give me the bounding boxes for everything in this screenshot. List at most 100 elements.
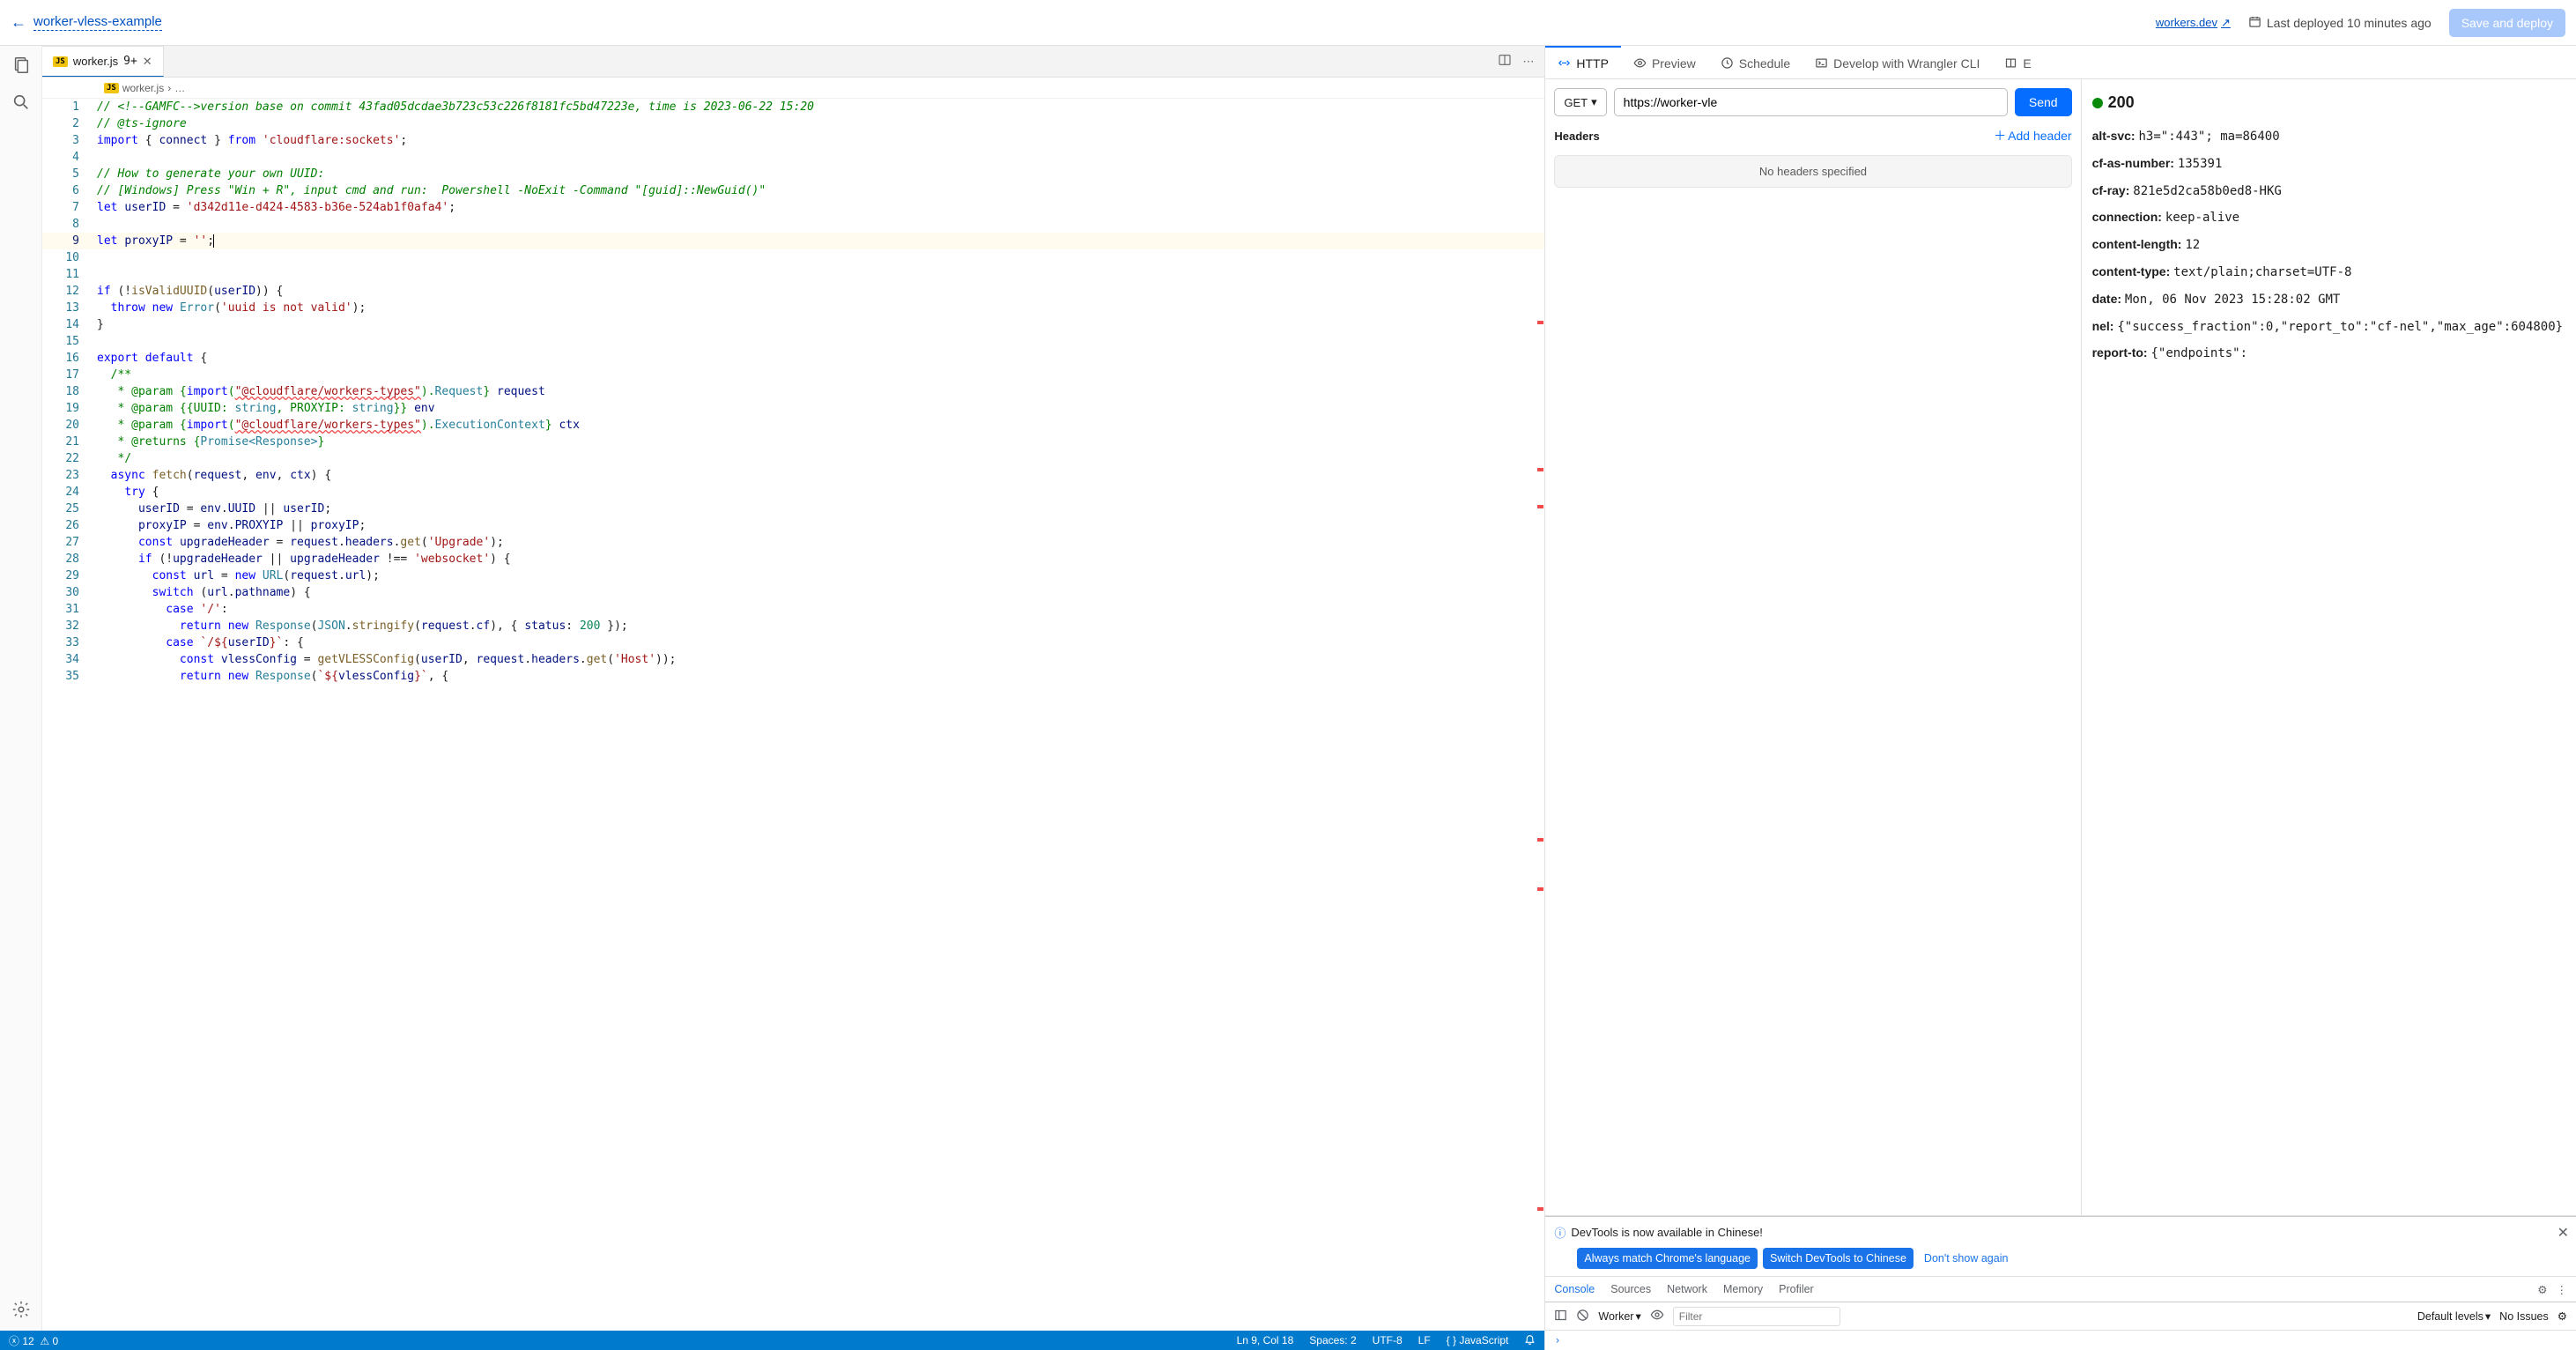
add-header-button[interactable]: ＋ Add header [1994, 127, 2071, 145]
explorer-icon[interactable] [11, 55, 32, 76]
tab-extra[interactable]: E [1992, 46, 2043, 78]
no-headers-message: No headers specified [1554, 155, 2071, 188]
code-line[interactable]: 14} [42, 316, 1544, 333]
code-line[interactable]: 15 [42, 333, 1544, 350]
split-editor-icon[interactable] [1498, 53, 1512, 70]
dont-show-again-button[interactable]: Don't show again [1919, 1248, 2014, 1269]
clear-console-icon[interactable] [1576, 1309, 1589, 1324]
code-line[interactable]: 16export default { [42, 350, 1544, 367]
gear-icon[interactable] [11, 1299, 32, 1320]
code-line[interactable]: 17 /** [42, 367, 1544, 383]
code-line[interactable]: 10 [42, 249, 1544, 266]
code-line[interactable]: 35 return new Response(`${vlessConfig}`,… [42, 668, 1544, 685]
code-line[interactable]: 1// <!--GAMFC-->version base on commit 4… [42, 99, 1544, 115]
save-and-deploy-button[interactable]: Save and deploy [2449, 9, 2565, 37]
switch-to-chinese-button[interactable]: Switch DevTools to Chinese [1763, 1248, 1913, 1269]
activity-bar [0, 46, 42, 1331]
code-line[interactable]: 9let proxyIP = ''; [42, 233, 1544, 249]
gear-icon[interactable]: ⚙ [2537, 1283, 2547, 1296]
code-line[interactable]: 19 * @param {{UUID: string, PROXYIP: str… [42, 400, 1544, 417]
tab-wrangler[interactable]: Develop with Wrangler CLI [1802, 46, 1992, 78]
code-line[interactable]: 21 * @returns {Promise<Response>} [42, 434, 1544, 450]
code-line[interactable]: 11 [42, 266, 1544, 283]
http-method-select[interactable]: GET ▾ [1554, 88, 1606, 116]
response-header: date: Mon, 06 Nov 2023 15:28:02 GMT [2092, 289, 2565, 311]
close-icon[interactable]: ✕ [2557, 1224, 2569, 1242]
last-deployed-text: Last deployed 10 minutes ago [2267, 16, 2432, 30]
code-line[interactable]: 29 const url = new URL(request.url); [42, 567, 1544, 584]
project-name[interactable]: worker-vless-example [33, 14, 162, 31]
response-header: content-type: text/plain;charset=UTF-8 [2092, 262, 2565, 284]
no-issues-text[interactable]: No Issues [2499, 1310, 2549, 1323]
code-line[interactable]: 6// [Windows] Press "Win + R", input cmd… [42, 182, 1544, 199]
gear-icon[interactable]: ⚙ [2557, 1309, 2567, 1323]
top-bar: ← worker-vless-example workers.dev ↗ Las… [0, 0, 2576, 46]
devtools-tab-sources[interactable]: Sources [1610, 1283, 1651, 1295]
devtools-tab-network[interactable]: Network [1667, 1283, 1707, 1295]
code-line[interactable]: 12if (!isValidUUID(userID)) { [42, 283, 1544, 300]
code-line[interactable]: 25 userID = env.UUID || userID; [42, 501, 1544, 517]
scope-select[interactable]: Worker ▾ [1598, 1309, 1640, 1323]
search-icon[interactable] [11, 92, 32, 113]
response-header: content-length: 12 [2092, 234, 2565, 256]
status-eol[interactable]: LF [1418, 1334, 1431, 1346]
status-errors[interactable]: ⓧ 12 ⚠ 0 [9, 1333, 58, 1348]
code-line[interactable]: 32 return new Response(JSON.stringify(re… [42, 618, 1544, 634]
more-vertical-icon[interactable]: ⋮ [2556, 1283, 2567, 1296]
code-line[interactable]: 3import { connect } from 'cloudflare:soc… [42, 132, 1544, 149]
code-line[interactable]: 26 proxyIP = env.PROXYIP || proxyIP; [42, 517, 1544, 534]
workers-dev-label: workers.dev [2156, 16, 2217, 29]
code-line[interactable]: 31 case '/': [42, 601, 1544, 618]
code-line[interactable]: 8 [42, 216, 1544, 233]
code-line[interactable]: 7let userID = 'd342d11e-d424-4583-b36e-5… [42, 199, 1544, 216]
code-line[interactable]: 13 throw new Error('uuid is not valid'); [42, 300, 1544, 316]
code-line[interactable]: 30 switch (url.pathname) { [42, 584, 1544, 601]
bell-icon[interactable] [1524, 1333, 1536, 1347]
eye-icon[interactable] [1650, 1308, 1664, 1324]
headers-title: Headers [1554, 130, 1599, 143]
send-button[interactable]: Send [2015, 88, 2072, 116]
code-line[interactable]: 28 if (!upgradeHeader || upgradeHeader !… [42, 551, 1544, 567]
tab-schedule[interactable]: Schedule [1708, 46, 1802, 78]
breadcrumb-more: … [174, 82, 185, 94]
devtools-tab-memory[interactable]: Memory [1723, 1283, 1763, 1295]
console-filter-input[interactable] [1673, 1307, 1840, 1326]
workers-dev-link[interactable]: workers.dev ↗ [2156, 16, 2231, 30]
back-arrow-icon[interactable]: ← [11, 13, 26, 32]
code-line[interactable]: 22 */ [42, 450, 1544, 467]
tab-preview[interactable]: Preview [1621, 46, 1708, 78]
status-encoding[interactable]: UTF-8 [1373, 1334, 1403, 1346]
code-line[interactable]: 4 [42, 149, 1544, 166]
code-line[interactable]: 2// @ts-ignore [42, 115, 1544, 132]
devtools-info-text: DevTools is now available in Chinese! [1571, 1226, 1763, 1239]
code-line[interactable]: 18 * @param {import("@cloudflare/workers… [42, 383, 1544, 400]
code-line[interactable]: 23 async fetch(request, env, ctx) { [42, 467, 1544, 484]
http-url-input[interactable] [1614, 88, 2008, 116]
status-ln-col[interactable]: Ln 9, Col 18 [1237, 1334, 1294, 1346]
close-icon[interactable]: ✕ [143, 55, 152, 69]
code-editor[interactable]: 1// <!--GAMFC-->version base on commit 4… [42, 99, 1544, 1331]
code-line[interactable]: 24 try { [42, 484, 1544, 501]
match-chrome-lang-button[interactable]: Always match Chrome's language [1577, 1248, 1758, 1269]
devtools-tab-console[interactable]: Console [1554, 1283, 1595, 1295]
status-lang[interactable]: { } JavaScript [1447, 1334, 1509, 1346]
tab-http[interactable]: HTTP [1545, 46, 1621, 78]
code-line[interactable]: 34 const vlessConfig = getVLESSConfig(us… [42, 651, 1544, 668]
status-spaces[interactable]: Spaces: 2 [1309, 1334, 1356, 1346]
response-header: cf-ray: 821e5d2ca58b0ed8-HKG [2092, 181, 2565, 203]
breadcrumb[interactable]: JS worker.js › … [42, 78, 1544, 99]
response-header: nel: {"success_fraction":0,"report_to":"… [2092, 316, 2565, 338]
console-prompt[interactable]: › [1545, 1331, 2576, 1350]
js-file-icon: JS [53, 56, 68, 67]
devtools-tab-profiler[interactable]: Profiler [1779, 1283, 1814, 1295]
code-line[interactable]: 27 const upgradeHeader = request.headers… [42, 534, 1544, 551]
status-bar: ⓧ 12 ⚠ 0 Ln 9, Col 18 Spaces: 2 UTF-8 LF… [0, 1331, 1544, 1350]
toggle-drawer-icon[interactable] [1554, 1309, 1567, 1324]
code-line[interactable]: 5// How to generate your own UUID: [42, 166, 1544, 182]
log-levels-select[interactable]: Default levels ▾ [2417, 1309, 2491, 1323]
code-line[interactable]: 33 case `/${userID}`: { [42, 634, 1544, 651]
tab-worker-js[interactable]: JS worker.js 9+ ✕ [42, 46, 164, 77]
info-icon: ⓘ [1554, 1224, 1566, 1241]
code-line[interactable]: 20 * @param {import("@cloudflare/workers… [42, 417, 1544, 434]
more-icon[interactable]: ⋯ [1522, 55, 1534, 69]
